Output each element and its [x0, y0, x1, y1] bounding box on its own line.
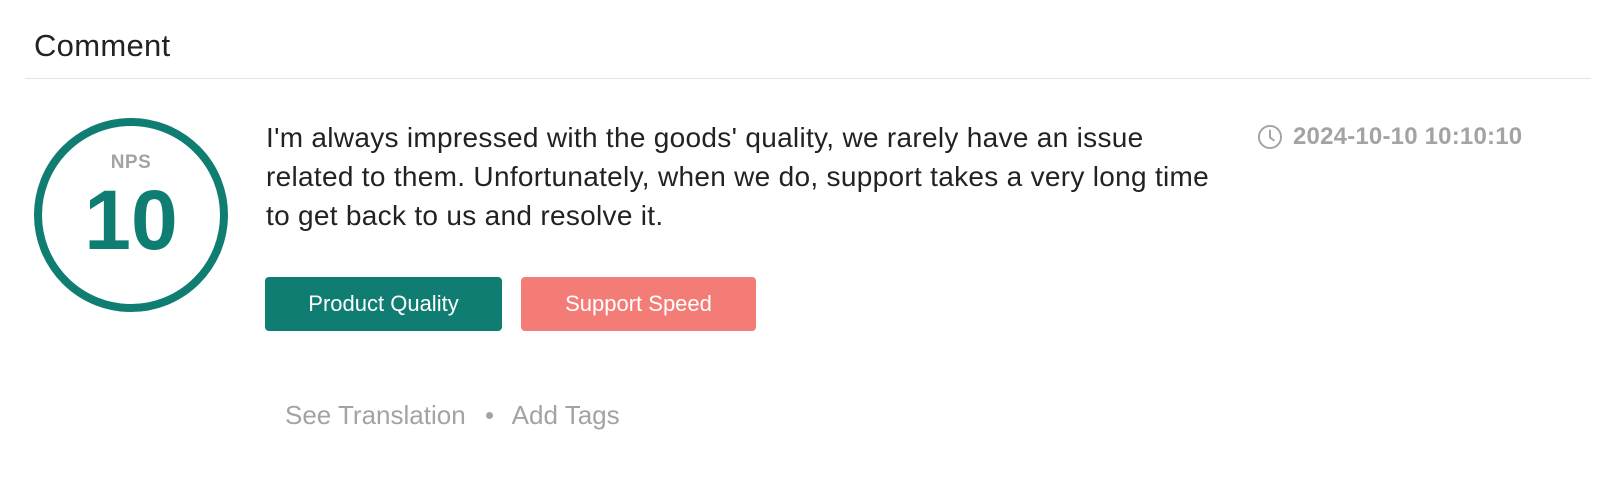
tag-product-quality[interactable]: Product Quality	[265, 277, 502, 331]
tag-list: Product Quality Support Speed	[265, 277, 756, 331]
comment-timestamp: 2024-10-10 10:10:10	[1257, 122, 1557, 152]
comment-text: I'm always impressed with the goods' qua…	[266, 122, 1210, 231]
add-tags-link[interactable]: Add Tags	[512, 400, 620, 431]
comment-header: Comment	[25, 0, 1591, 79]
nps-score-value: 10	[84, 173, 178, 267]
section-title: Comment	[34, 28, 171, 63]
clock-icon	[1257, 124, 1283, 150]
see-translation-link[interactable]: See Translation	[285, 400, 466, 431]
comment-actions: See Translation Add Tags	[285, 398, 620, 432]
separator-dot	[485, 411, 493, 419]
tag-support-speed[interactable]: Support Speed	[521, 277, 756, 331]
timestamp-text: 2024-10-10 10:10:10	[1293, 123, 1523, 150]
nps-label: NPS	[110, 152, 152, 173]
nps-score-badge: NPS 10	[34, 118, 228, 312]
